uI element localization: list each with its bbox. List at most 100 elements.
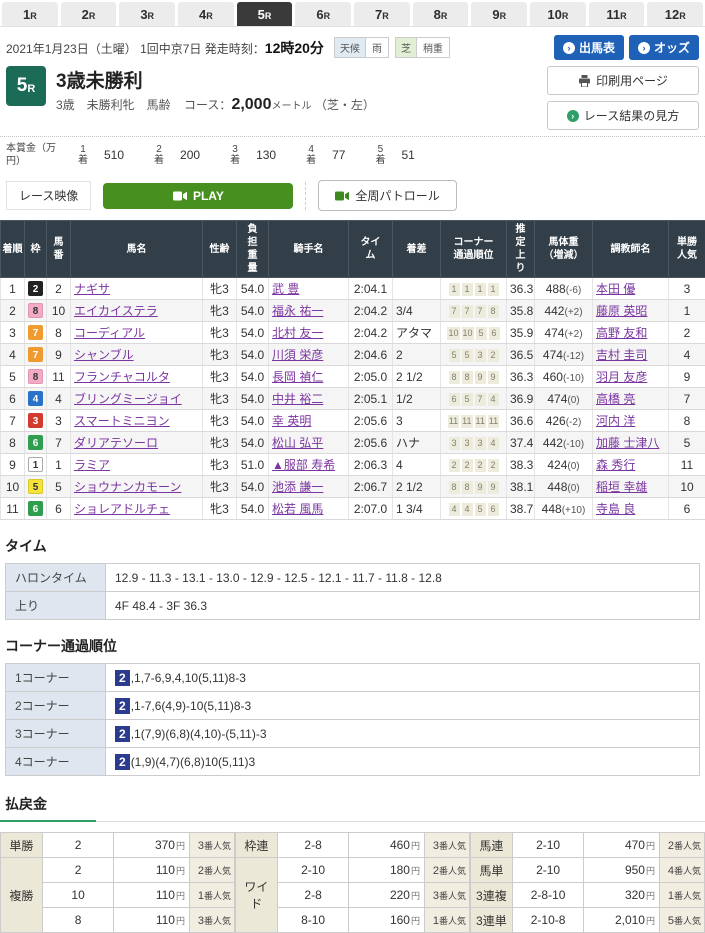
trainer-link[interactable]: 高橋 亮 (596, 392, 635, 406)
frame-badge: 6 (28, 435, 43, 450)
jockey-link[interactable]: 川須 栄彦 (272, 348, 323, 362)
jockey-link[interactable]: 池添 謙一 (272, 480, 323, 494)
trainer-link[interactable]: 本田 優 (596, 282, 635, 296)
horse-name-link[interactable]: スマートミニヨン (74, 414, 170, 428)
corner-position-box: 3 (475, 437, 486, 450)
horse-name-link[interactable]: シャンブル (74, 348, 134, 362)
corner-position-box: 2 (449, 459, 460, 472)
corner-position-box: 9 (475, 371, 486, 384)
margin: 1 3/4 (393, 498, 441, 520)
corner-position-box: 2 (488, 349, 499, 362)
trainer-link[interactable]: 高野 友和 (596, 326, 647, 340)
finish-time: 2:04.2 (349, 322, 393, 344)
jockey-link[interactable]: 北村 友一 (272, 326, 323, 340)
race-tab[interactable]: 1R (2, 2, 58, 26)
corner-positions: 5532 (441, 344, 507, 366)
race-video-bar: レース映像 PLAY 全周パトロール (0, 173, 705, 220)
trainer-link[interactable]: 森 秀行 (596, 458, 635, 472)
race-tab[interactable]: 2R (61, 2, 117, 26)
race-tab[interactable]: 4R (178, 2, 234, 26)
finish-time: 2:07.0 (349, 498, 393, 520)
horse-name-link[interactable]: コーディアル (74, 326, 145, 340)
circle-arrow-icon: › (638, 42, 650, 54)
entry-table-button[interactable]: › 出馬表 (554, 35, 624, 60)
trainer-link[interactable]: 稲垣 幸雄 (596, 480, 647, 494)
corner-position-box: 6 (488, 503, 499, 516)
prize-amount: 77 (332, 148, 345, 162)
patrol-video-button[interactable]: 全周パトロール (318, 180, 456, 211)
trainer-link[interactable]: 寺島 良 (596, 502, 635, 516)
last-3f-time: 36.6 (507, 410, 535, 432)
prize-item: 2着 200 (154, 144, 200, 167)
race-tab[interactable]: 8R (413, 2, 469, 26)
race-tab[interactable]: 5R (237, 2, 293, 26)
corner-positions: 3334 (441, 432, 507, 454)
corner-position-box: 7 (475, 393, 486, 406)
trainer-link[interactable]: 加藤 士津八 (596, 436, 659, 450)
odds-button[interactable]: › オッズ (629, 35, 699, 60)
bet-type-label: 複勝 (1, 858, 43, 933)
race-tab[interactable]: 6R (295, 2, 351, 26)
corner-position-box: 11 (461, 415, 472, 428)
halon-time-row: ハロンタイム 12.9 - 11.3 - 13.1 - 13.0 - 12.9 … (6, 564, 700, 592)
horse-name-link[interactable]: ショウナンカモーン (74, 480, 181, 494)
jockey-link[interactable]: 武 豊 (272, 282, 299, 296)
jockey-link[interactable]: 福永 祐一 (272, 304, 323, 318)
corner-position-box: 4 (462, 503, 473, 516)
result-row: 11 6 6 ショレアドルチェ 牝3 54.0 松若 風馬 2:07.0 1 3… (1, 498, 705, 520)
race-tab[interactable]: 12R (647, 2, 703, 26)
course-info: コース：2,000メートル （芝・左） (184, 98, 375, 112)
col-time: タイム (349, 221, 393, 278)
corner-position-box: 11 (475, 415, 486, 428)
jockey-link[interactable]: 中井 裕二 (272, 392, 323, 406)
play-button[interactable]: PLAY (103, 183, 293, 209)
horse-number: 9 (47, 344, 71, 366)
horse-name-link[interactable]: ダリアテソーロ (74, 436, 158, 450)
margin: アタマ (393, 322, 441, 344)
frame-badge: 7 (28, 347, 43, 362)
leader-number: 2 (115, 670, 130, 686)
carried-weight: 54.0 (237, 388, 269, 410)
trainer-link[interactable]: 藤原 英昭 (596, 304, 647, 318)
turf-tag: 芝 稍重 (395, 37, 450, 58)
horse-name-link[interactable]: ブリングミージョイ (74, 392, 182, 406)
race-tab[interactable]: 11R (589, 2, 645, 26)
trainer-link[interactable]: 羽月 友彦 (596, 370, 647, 384)
leader-number: 2 (115, 726, 130, 742)
horse-name-link[interactable]: ショレアドルチェ (74, 502, 170, 516)
corner-positions: 101056 (441, 322, 507, 344)
win-popularity: 1 (669, 300, 705, 322)
win-popularity: 3 (669, 278, 705, 300)
carried-weight: 54.0 (237, 432, 269, 454)
trainer-link[interactable]: 吉村 圭司 (596, 348, 647, 362)
race-tab[interactable]: 3R (119, 2, 175, 26)
race-tab[interactable]: 7R (354, 2, 410, 26)
race-tab[interactable]: 9R (471, 2, 527, 26)
horse-name-link[interactable]: エイカイステラ (74, 304, 158, 318)
race-conditions: 3歳 未勝利牝 馬齢 コース：2,000メートル （芝・左） (56, 96, 375, 114)
corner-positions: 1111 (441, 278, 507, 300)
print-page-button[interactable]: 印刷用ページ (547, 66, 699, 95)
jockey-link[interactable]: 松若 風馬 (272, 502, 323, 516)
race-title-block: 5R 3歳未勝利 3歳 未勝利牝 馬齢 コース：2,000メートル （芝・左） … (0, 62, 705, 136)
jockey-link[interactable]: 松山 弘平 (272, 436, 323, 450)
carried-weight: 54.0 (237, 366, 269, 388)
horse-name-link[interactable]: フランチャコルタ (74, 370, 170, 384)
results-guide-button[interactable]: › レース結果の見方 (547, 101, 699, 130)
race-tab[interactable]: 10R (530, 2, 586, 26)
corner-position-box: 7 (449, 305, 460, 318)
corner-position-box: 9 (488, 481, 499, 494)
corner-position-box: 10 (447, 327, 459, 340)
horse-name-link[interactable]: ナギサ (74, 282, 110, 296)
corner-position-box: 8 (449, 371, 460, 384)
last-3f-time: 35.9 (507, 322, 535, 344)
finish-position: 7 (1, 410, 25, 432)
trainer-link[interactable]: 河内 洋 (596, 414, 635, 428)
jockey-link[interactable]: 長岡 禎仁 (272, 370, 323, 384)
combo: 2 (42, 833, 114, 858)
horse-name-link[interactable]: ラミア (74, 458, 110, 472)
jockey-link[interactable]: ▲服部 寿希 (272, 458, 335, 472)
bet-type-label: 馬連 (471, 833, 513, 858)
prize-item: 3着 130 (230, 144, 276, 167)
jockey-link[interactable]: 幸 英明 (272, 414, 311, 428)
